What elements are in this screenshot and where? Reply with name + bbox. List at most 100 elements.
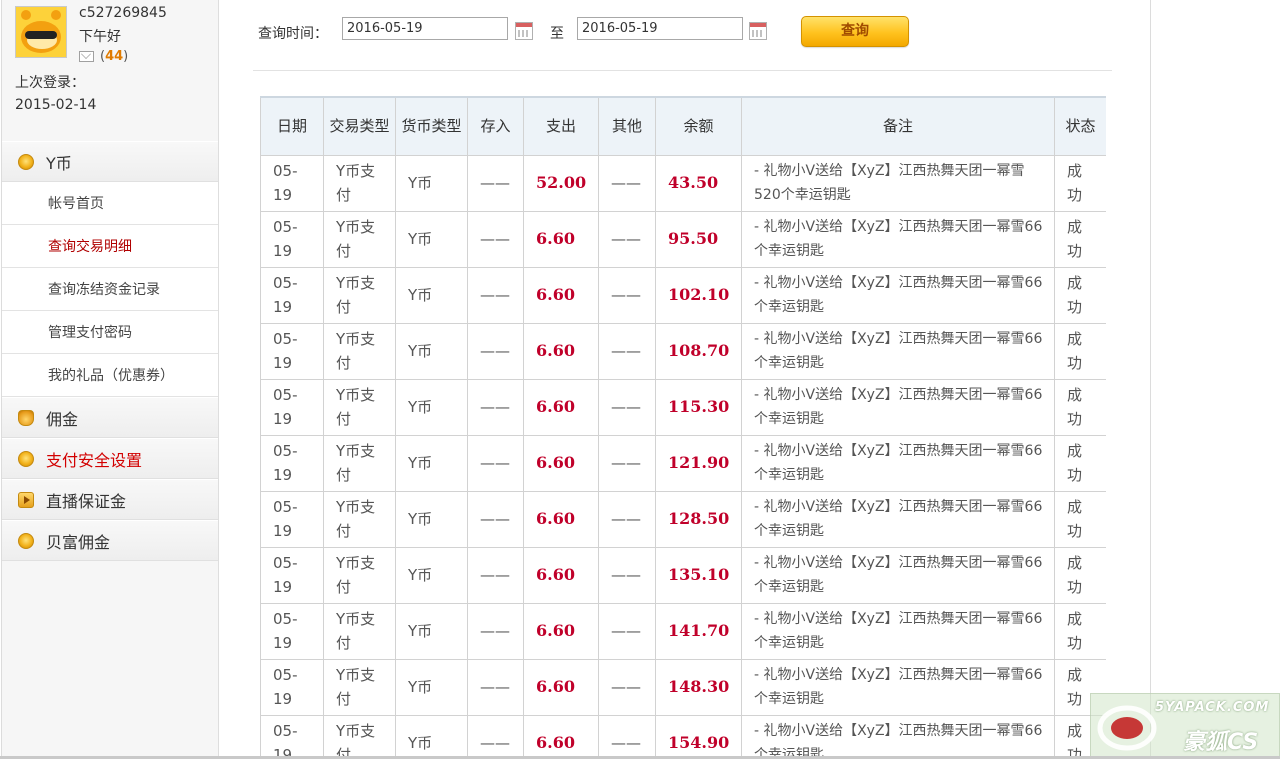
cell-currency: Y币 (395, 490, 468, 548)
table-row: 05-19 Y币支付 Y币 —— 6.60 —— 148.30 - 礼物小V送给… (260, 658, 1106, 716)
nav-item-transaction-details[interactable]: 查询交易明细 (2, 225, 218, 268)
cell-out: 6.60 (523, 714, 599, 756)
message-link[interactable]: ( 44 ) (79, 49, 128, 64)
cell-type: Y币支付 (323, 322, 396, 380)
coin-icon (18, 153, 34, 170)
greeting: 下午好 (79, 29, 121, 45)
table-row: 05-19 Y币支付 Y币 —— 6.60 —— 128.50 - 礼物小V送给… (260, 490, 1106, 548)
cell-balance: 95.50 (655, 210, 742, 268)
cell-note: - 礼物小V送给【XyZ】江西热舞天团一幂雪66个幸运钥匙 (741, 546, 1055, 604)
last-login-date: 2015-02-14 (15, 97, 97, 113)
cell-currency: Y币 (395, 378, 468, 436)
cell-currency: Y币 (395, 154, 468, 212)
header-date: 日期 (260, 96, 324, 156)
query-time-label: 查询时间： (258, 26, 328, 42)
cell-date: 05-19 (260, 322, 324, 380)
cell-in: —— (467, 714, 524, 756)
cell-in: —— (467, 210, 524, 268)
cell-balance: 108.70 (655, 322, 742, 380)
nav-section-ycoin[interactable]: Y币 (2, 141, 218, 182)
cell-status: 成功 (1054, 210, 1106, 268)
cell-date: 05-19 (260, 154, 324, 212)
cell-type: Y币支付 (323, 602, 396, 660)
cell-date: 05-19 (260, 490, 324, 548)
cell-out: 6.60 (523, 322, 599, 380)
cell-type: Y币支付 (323, 434, 396, 492)
cell-other: —— (598, 658, 656, 716)
cell-out: 6.60 (523, 210, 599, 268)
cell-out: 6.60 (523, 378, 599, 436)
to-label: 至 (550, 26, 564, 42)
calendar-icon[interactable] (515, 22, 533, 40)
cell-status: 成功 (1054, 490, 1106, 548)
cell-out: 6.60 (523, 658, 599, 716)
header-note: 备注 (741, 96, 1055, 156)
cell-note: - 礼物小V送给【XyZ】江西热舞天团一幂雪66个幸运钥匙 (741, 210, 1055, 268)
cell-note: - 礼物小V送给【XyZ】江西热舞天团一幂雪66个幸运钥匙 (741, 378, 1055, 436)
cell-in: —— (467, 154, 524, 212)
table-row: 05-19 Y币支付 Y币 —— 6.60 —— 102.10 - 礼物小V送给… (260, 266, 1106, 324)
query-button[interactable]: 查询 (801, 16, 909, 47)
cell-status: 成功 (1054, 378, 1106, 436)
header-currency-type: 货币类型 (395, 96, 468, 156)
cell-in: —— (467, 658, 524, 716)
cell-balance: 128.50 (655, 490, 742, 548)
table-row: 05-19 Y币支付 Y币 —— 6.60 —— 154.90 - 礼物小V送给… (260, 714, 1106, 756)
cell-balance: 148.30 (655, 658, 742, 716)
cell-other: —— (598, 546, 656, 604)
sidebar-nav: Y币 帐号首页 查询交易明细 查询冻结资金记录 管理支付密码 我的礼品（优惠券）… (2, 141, 218, 561)
nav-item-frozen-funds[interactable]: 查询冻结资金记录 (2, 268, 218, 311)
nav-section-deposit[interactable]: 直播保证金 (2, 479, 218, 520)
mail-icon (79, 51, 94, 62)
cell-type: Y币支付 (323, 266, 396, 324)
cell-date: 05-19 (260, 434, 324, 492)
cell-status: 成功 (1054, 266, 1106, 324)
avatar[interactable] (15, 6, 67, 58)
cell-other: —— (598, 434, 656, 492)
cell-in: —— (467, 322, 524, 380)
cell-status: 成功 (1054, 322, 1106, 380)
cell-out: 6.60 (523, 546, 599, 604)
header-expense: 支出 (523, 96, 599, 156)
start-date-input[interactable] (342, 17, 508, 40)
query-bar: 查询时间： 至 查询 (258, 16, 1118, 48)
cell-in: —— (467, 266, 524, 324)
calendar-icon[interactable] (749, 22, 767, 40)
cell-status: 成功 (1054, 546, 1106, 604)
cell-in: —— (467, 602, 524, 660)
cell-type: Y币支付 (323, 154, 396, 212)
nav-section-bei-commission[interactable]: 贝富佣金 (2, 520, 218, 561)
cell-currency: Y币 (395, 322, 468, 380)
cell-other: —— (598, 154, 656, 212)
cell-currency: Y币 (395, 546, 468, 604)
nav-section-security[interactable]: 支付安全设置 (2, 438, 218, 479)
coin-icon (18, 450, 34, 467)
cell-note: - 礼物小V送给【XyZ】江西热舞天团一幂雪66个幸运钥匙 (741, 490, 1055, 548)
cell-currency: Y币 (395, 434, 468, 492)
table-header-row: 日期 交易类型 货币类型 存入 支出 其他 余额 备注 状态 (260, 96, 1106, 156)
cell-note: - 礼物小V送给【XyZ】江西热舞天团一幂雪66个幸运钥匙 (741, 714, 1055, 756)
money-bag-icon (18, 409, 34, 426)
nav-item-account-home[interactable]: 帐号首页 (2, 182, 218, 225)
username: c527269845 (79, 5, 167, 21)
cell-date: 05-19 (260, 266, 324, 324)
nav-item-payment-password[interactable]: 管理支付密码 (2, 311, 218, 354)
cell-balance: 121.90 (655, 434, 742, 492)
watermark-logo-icon (1097, 705, 1157, 751)
transaction-table-container: 日期 交易类型 货币类型 存入 支出 其他 余额 备注 状态 05-19 Y币支… (260, 96, 1106, 756)
header-status: 状态 (1054, 96, 1106, 156)
cell-balance: 115.30 (655, 378, 742, 436)
cell-type: Y币支付 (323, 210, 396, 268)
nav-section-label: 支付安全设置 (46, 450, 143, 470)
cell-other: —— (598, 322, 656, 380)
cell-out: 52.00 (523, 154, 599, 212)
cell-status: 成功 (1054, 434, 1106, 492)
cell-in: —— (467, 378, 524, 436)
cell-note: - 礼物小V送给【XyZ】江西热舞天团一幂雪66个幸运钥匙 (741, 658, 1055, 716)
nav-section-commission[interactable]: 佣金 (2, 397, 218, 438)
end-date-input[interactable] (577, 17, 743, 40)
cell-currency: Y币 (395, 714, 468, 756)
nav-item-my-gifts[interactable]: 我的礼品（优惠券） (2, 354, 218, 397)
cell-note: - 礼物小V送给【XyZ】江西热舞天团一幂雪520个幸运钥匙 (741, 154, 1055, 212)
cell-status: 成功 (1054, 602, 1106, 660)
